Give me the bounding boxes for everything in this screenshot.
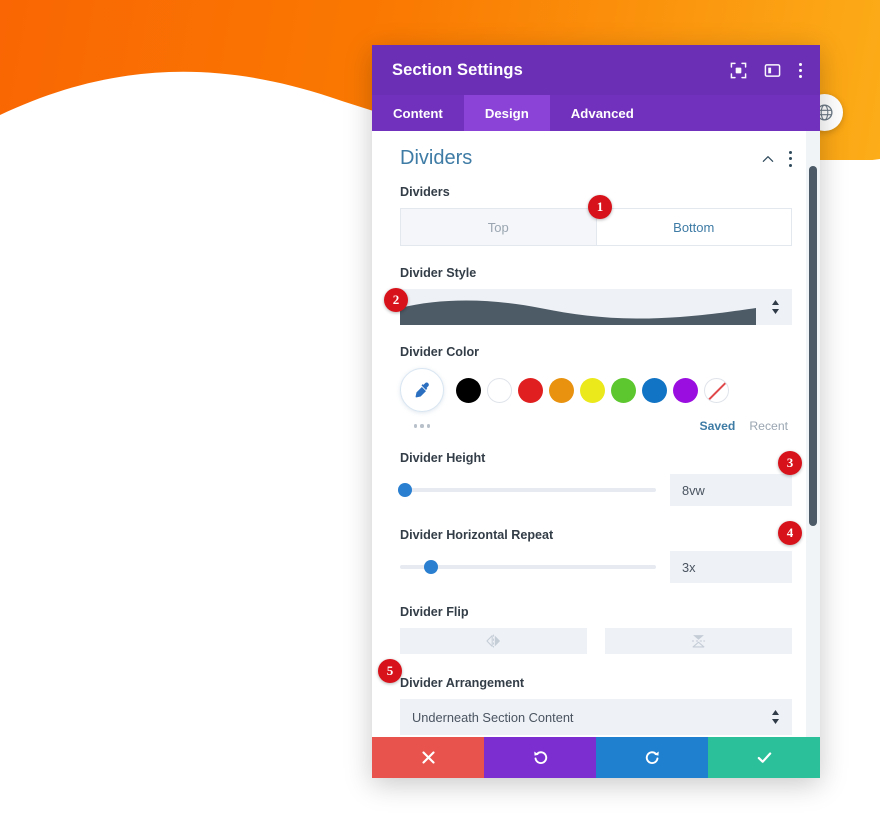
swatch-transparent[interactable] (704, 377, 729, 403)
divider-flip-vertical-button[interactable] (605, 628, 792, 654)
flip-vertical-icon (691, 635, 706, 648)
select-updown-arrows-icon (771, 710, 779, 724)
swatch-yellow[interactable] (580, 377, 605, 403)
divider-horizontal-repeat-input[interactable]: 3x (670, 551, 792, 583)
undo-button[interactable] (484, 737, 596, 778)
divider-height-slider-thumb[interactable] (398, 483, 413, 497)
kebab-menu-icon[interactable] (798, 62, 802, 78)
redo-button[interactable] (596, 737, 708, 778)
panel-title-bar: Section Settings (372, 45, 820, 95)
swatch-orange[interactable] (549, 377, 574, 403)
divider-flip-horizontal-button[interactable] (400, 628, 587, 654)
divider-height-slider[interactable] (398, 483, 656, 497)
divider-style-arrows[interactable] (758, 299, 792, 315)
divider-style-wave-preview (400, 300, 756, 325)
divider-flip-group (400, 628, 792, 654)
callout-badge-4: 4 (778, 521, 802, 545)
divider-flip-field: Divider Flip (372, 605, 820, 654)
tab-content[interactable]: Content (372, 95, 464, 131)
divider-horizontal-repeat-label: Divider Horizontal Repeat (400, 528, 554, 542)
ellipsis-icon[interactable] (400, 424, 444, 428)
page-title: Section Settings (392, 60, 523, 79)
redo-icon (645, 751, 659, 764)
callout-badge-2: 2 (384, 288, 408, 312)
panel-layout-icon[interactable] (764, 62, 781, 79)
divider-height-row: 8vw (398, 474, 792, 506)
undo-icon (533, 751, 547, 764)
select-updown-arrows-icon (771, 300, 779, 314)
swatch-black[interactable] (456, 377, 481, 403)
divider-arrangement-select[interactable]: Underneath Section Content (400, 699, 792, 735)
flip-horizontal-icon (486, 634, 501, 648)
callout-badge-1: 1 (588, 195, 612, 219)
divider-color-meta-row: Saved Recent (400, 419, 792, 433)
callout-badge-5: 5 (378, 659, 402, 683)
eyedropper-icon (415, 382, 429, 397)
eyedropper-button[interactable] (400, 368, 444, 412)
divider-style-field: Divider Style (372, 266, 820, 325)
divider-arrangement-label: Divider Arrangement (400, 676, 525, 690)
checkmark-icon (757, 752, 771, 763)
panel-title-actions (730, 62, 802, 79)
callout-badge-3: 3 (778, 451, 802, 475)
tab-advanced[interactable]: Advanced (550, 95, 655, 131)
divider-height-input[interactable]: 8vw (670, 474, 792, 506)
swatch-purple[interactable] (673, 377, 698, 403)
divider-style-label: Divider Style (400, 266, 477, 280)
swatch-red[interactable] (518, 377, 543, 403)
divider-color-field: Divider Color Saved Recent (372, 345, 820, 433)
color-source-tabs: Saved Recent (699, 419, 792, 433)
divider-arrangement-field: Divider Arrangement Underneath Section C… (372, 676, 820, 735)
divider-horizontal-repeat-row: 3x (400, 551, 792, 583)
chevron-up-icon[interactable] (761, 152, 775, 166)
divider-height-label: Divider Height (400, 451, 486, 465)
divider-height-field: Divider Height 8vw (372, 451, 820, 506)
dividers-section-controls (761, 150, 792, 167)
focus-target-icon[interactable] (730, 62, 747, 79)
dividers-section-header: Dividers (372, 131, 820, 170)
color-swatch-list (456, 377, 729, 403)
tab-design[interactable]: Design (463, 95, 550, 131)
dividers-toggle-top[interactable]: Top (401, 209, 596, 245)
save-button[interactable] (708, 737, 820, 778)
close-x-icon (421, 751, 435, 764)
section-kebab-menu-icon[interactable] (788, 150, 792, 167)
panel-scroll-body: Dividers Dividers Top Bottom Divider Sty… (372, 131, 820, 737)
divider-arrangement-value: Underneath Section Content (412, 709, 574, 725)
panel-tabs: Content Design Advanced (372, 95, 820, 131)
dividers-toggle-bottom[interactable]: Bottom (595, 209, 791, 245)
divider-flip-label: Divider Flip (400, 605, 469, 619)
divider-style-select[interactable] (400, 289, 792, 325)
divider-horizontal-repeat-field: Divider Horizontal Repeat 3x (372, 528, 820, 583)
cancel-button[interactable] (372, 737, 484, 778)
panel-action-bar (372, 737, 820, 778)
swatch-green[interactable] (611, 377, 636, 403)
section-settings-panel: Section Settings Content Design Advanced (372, 45, 820, 778)
color-tab-recent[interactable]: Recent (749, 419, 788, 433)
color-tab-saved[interactable]: Saved (699, 419, 735, 433)
dividers-section-title: Dividers (400, 147, 473, 169)
divider-horizontal-repeat-slider-thumb[interactable] (423, 560, 438, 574)
divider-color-palette (400, 368, 792, 412)
divider-arrangement-arrows[interactable] (758, 709, 792, 725)
swatch-white[interactable] (487, 377, 512, 403)
swatch-blue[interactable] (642, 377, 667, 403)
divider-horizontal-repeat-slider[interactable] (400, 560, 656, 574)
divider-color-label: Divider Color (400, 345, 480, 359)
